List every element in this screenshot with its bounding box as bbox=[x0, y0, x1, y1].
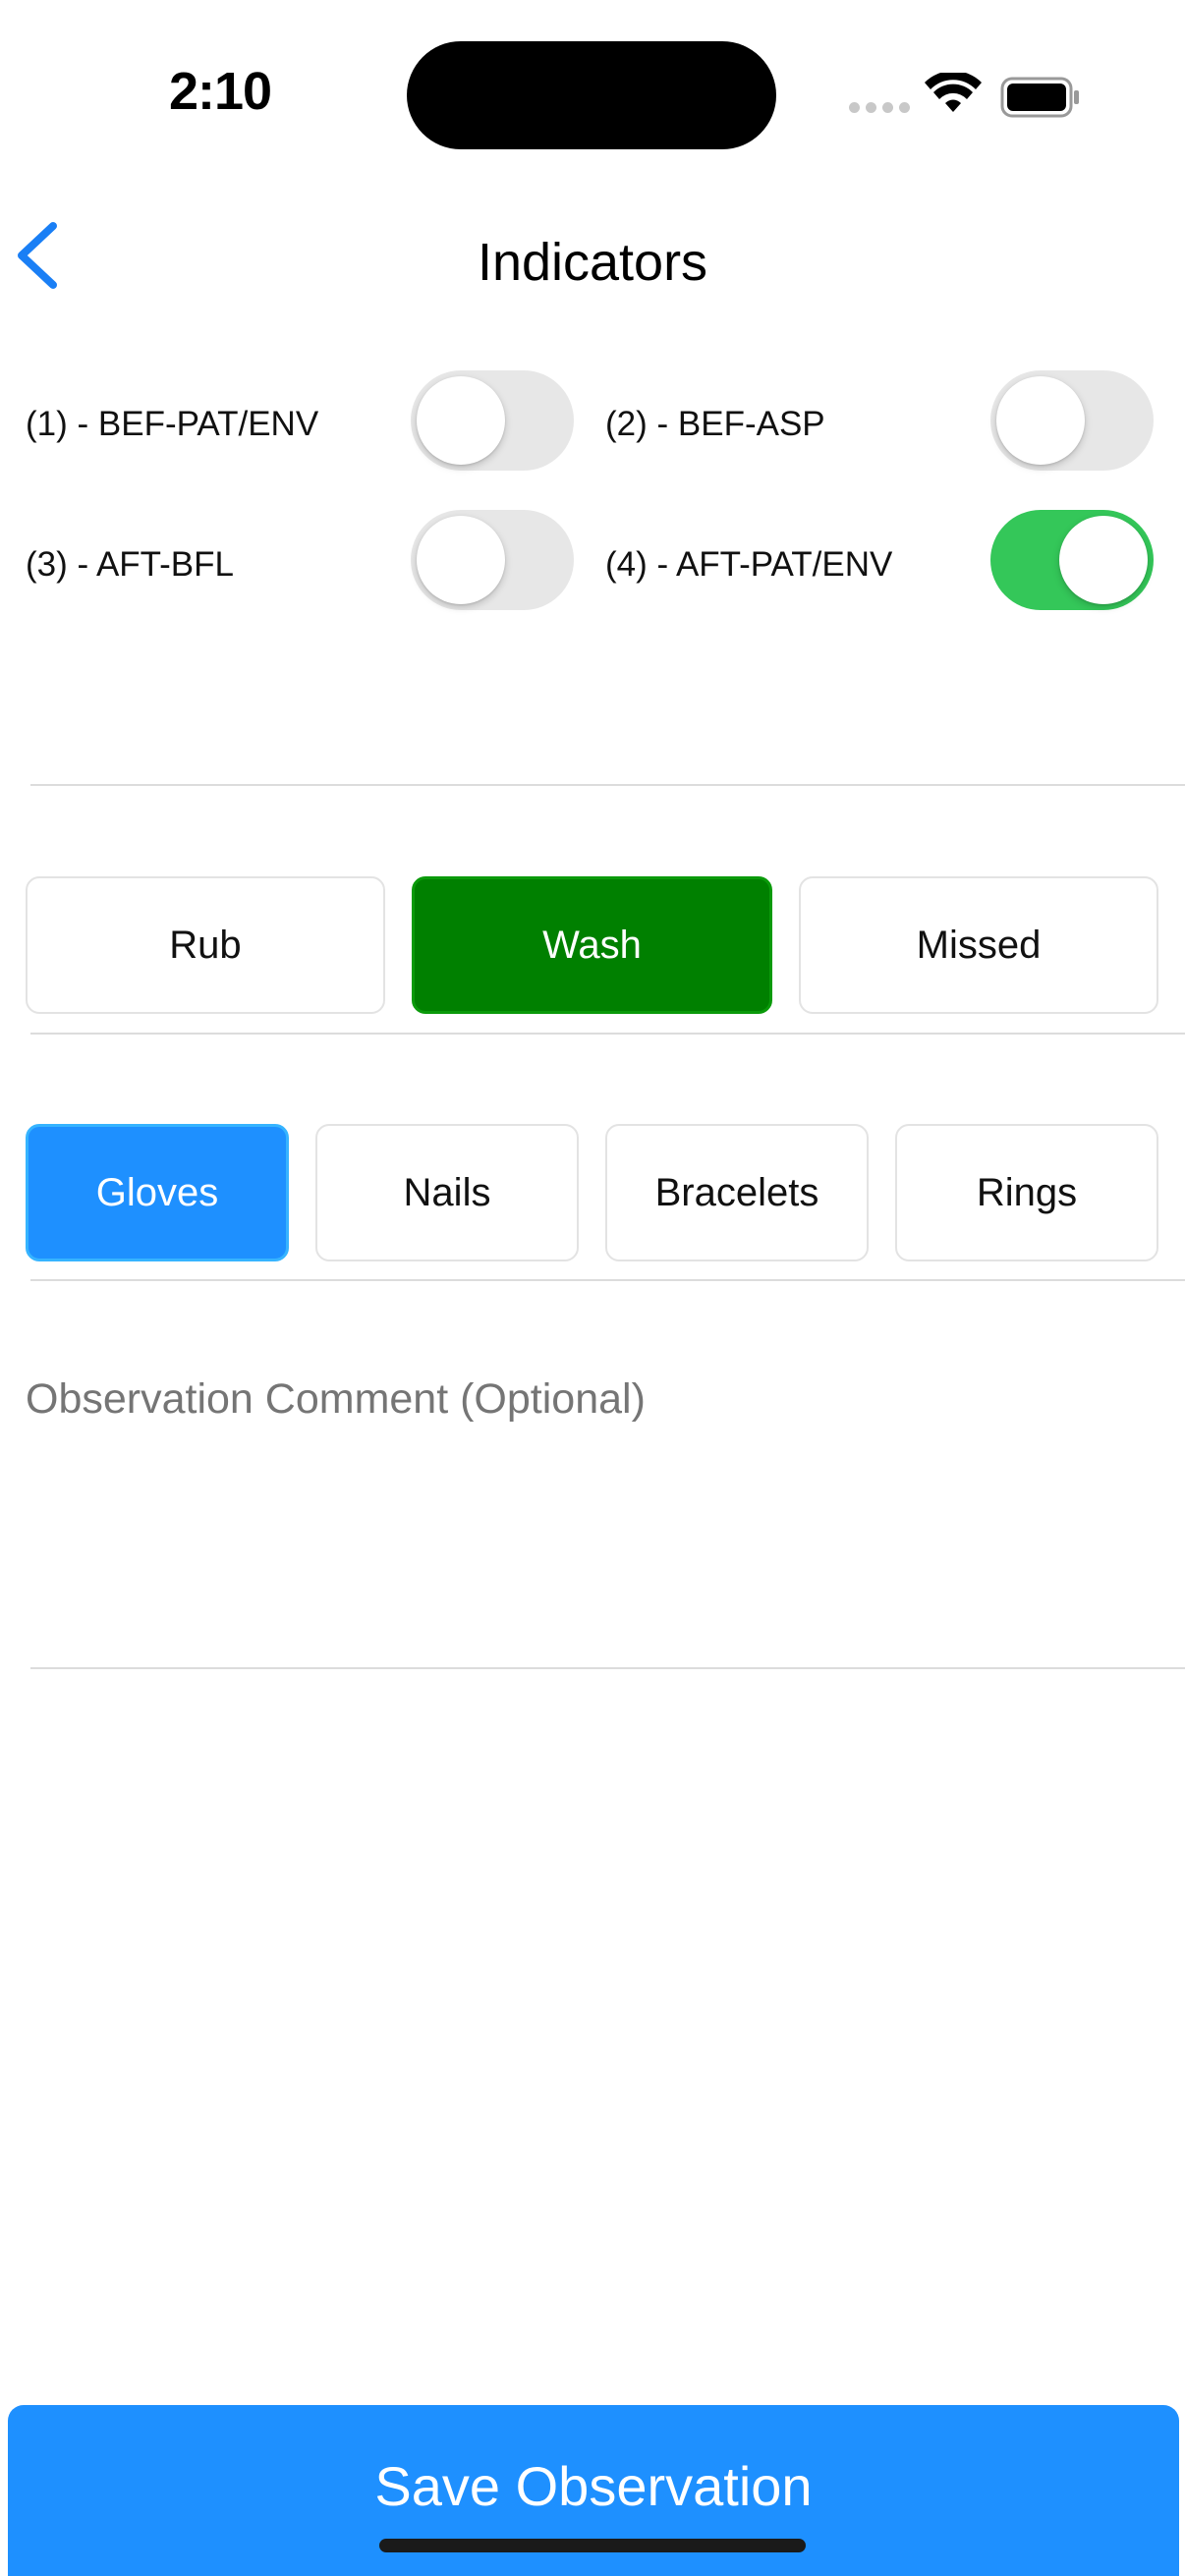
section-divider bbox=[30, 1279, 1185, 1281]
cellular-signal-icon bbox=[849, 102, 910, 113]
rings-button[interactable]: Rings bbox=[895, 1124, 1158, 1261]
section-divider bbox=[30, 784, 1185, 786]
indicator-4-switch[interactable] bbox=[990, 510, 1154, 610]
indicator-3-switch[interactable] bbox=[411, 510, 574, 610]
wash-button[interactable]: Wash bbox=[412, 876, 772, 1014]
switch-knob bbox=[996, 376, 1085, 465]
switch-knob bbox=[417, 376, 505, 465]
indicator-2-switch[interactable] bbox=[990, 370, 1154, 471]
page-title: Indicators bbox=[477, 233, 708, 292]
rub-button[interactable]: Rub bbox=[26, 876, 385, 1014]
section-divider bbox=[30, 1667, 1185, 1669]
indicator-2-label: (2) - BEF-ASP bbox=[605, 405, 825, 443]
status-time: 2:10 bbox=[169, 62, 272, 121]
save-observation-label: Save Observation bbox=[374, 2455, 813, 2517]
gloves-button[interactable]: Gloves bbox=[26, 1124, 289, 1261]
wifi-icon bbox=[925, 73, 982, 112]
battery-icon bbox=[1000, 77, 1079, 118]
switch-knob bbox=[417, 516, 505, 604]
nails-button[interactable]: Nails bbox=[315, 1124, 579, 1261]
switch-knob bbox=[1059, 516, 1148, 604]
dynamic-island bbox=[407, 41, 776, 149]
indicator-3-label: (3) - AFT-BFL bbox=[26, 545, 234, 584]
missed-button[interactable]: Missed bbox=[799, 876, 1158, 1014]
indicator-1-label: (1) - BEF-PAT/ENV bbox=[26, 405, 319, 443]
section-divider bbox=[30, 1033, 1185, 1035]
home-indicator[interactable] bbox=[379, 2539, 806, 2552]
bracelets-button[interactable]: Bracelets bbox=[605, 1124, 869, 1261]
indicator-4-label: (4) - AFT-PAT/ENV bbox=[605, 545, 893, 584]
indicator-1-switch[interactable] bbox=[411, 370, 574, 471]
observation-comment-input[interactable] bbox=[26, 1375, 1156, 1424]
